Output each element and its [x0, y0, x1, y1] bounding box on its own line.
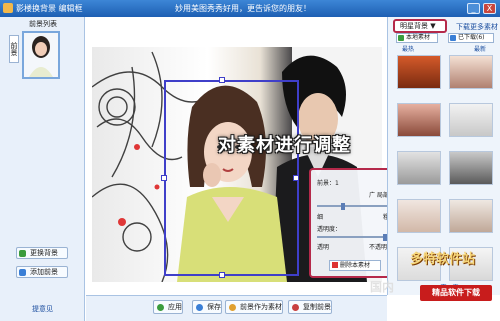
material-thumb[interactable] — [449, 103, 493, 137]
resize-handle-top[interactable] — [219, 77, 225, 83]
foreground-thumbnail-image — [24, 33, 58, 77]
material-thumb[interactable] — [397, 55, 441, 89]
delete-material-button[interactable]: 删除本素材 — [329, 260, 381, 271]
foreground-thumbnail[interactable] — [22, 31, 60, 79]
material-thumb[interactable] — [449, 199, 493, 233]
downloaded-button[interactable]: 已下载(6) — [448, 33, 494, 43]
add-foreground-button[interactable]: 添加前景 — [16, 266, 68, 278]
opaque-label: 不透明 — [369, 244, 388, 251]
opacity-label: 透明度： — [317, 226, 342, 233]
material-thumb[interactable] — [449, 55, 493, 89]
foreground-list-title: 前景列表 — [29, 20, 57, 28]
tab-hottest[interactable]: 最热 — [402, 44, 414, 53]
site-brand-bar: 精品软件下载 — [420, 285, 492, 301]
save-label: 保存 — [207, 303, 221, 311]
title-bar: 影楼换背景 编辑框 妙用美图秀秀好用，更告诉您的朋友！ _ X — [0, 0, 500, 17]
foreground-as-material-button[interactable]: 前景作为素材 — [225, 300, 283, 314]
bottom-toolbar: 应用 保存 前景作为素材 复制前景 — [86, 295, 387, 321]
check-icon — [157, 304, 164, 311]
size-slider-knob[interactable] — [341, 203, 345, 210]
foreground-as-material-label: 前景作为素材 — [240, 303, 282, 311]
copy-icon — [292, 304, 299, 311]
resize-handle-left[interactable] — [161, 175, 167, 181]
resize-handle-right[interactable] — [293, 175, 299, 181]
add-foreground-icon — [19, 269, 26, 276]
material-thumb[interactable] — [397, 103, 441, 137]
star-icon — [229, 304, 236, 311]
change-background-label: 更换背景 — [30, 249, 58, 257]
copy-foreground-button[interactable]: 复制前景 — [288, 300, 332, 314]
copy-foreground-label: 复制前景 — [303, 303, 331, 311]
resize-handle-bottom[interactable] — [219, 272, 225, 278]
download-more-link[interactable]: 下载更多素材 — [456, 22, 498, 32]
delete-material-label: 删除本素材 — [340, 262, 371, 269]
close-button[interactable]: X — [483, 3, 496, 14]
material-thumb[interactable] — [397, 151, 441, 185]
app-icon — [3, 3, 13, 13]
site-brand: 多特软件站 — [410, 252, 476, 267]
app-title: 影楼换背景 编辑框 — [16, 4, 83, 13]
tab-newest[interactable]: 最新 — [474, 44, 486, 53]
category-dropdown[interactable]: 明星背景 ▼ — [393, 19, 447, 33]
folder-icon — [398, 35, 404, 41]
watermark-text: 国内 — [370, 280, 395, 294]
download-icon — [450, 35, 456, 41]
thin-label: 细 — [317, 214, 324, 221]
annotation-caption: 对素材进行调整 — [218, 135, 351, 156]
apply-label: 应用 — [168, 303, 182, 311]
minimize-button[interactable]: _ — [467, 3, 480, 14]
size-slider[interactable] — [317, 205, 397, 207]
local-material-label: 本地素材 — [406, 34, 431, 41]
save-icon — [196, 304, 203, 311]
change-background-icon — [19, 250, 26, 257]
foreground-index-label: 前景：1 — [317, 180, 339, 187]
change-background-button[interactable]: 更换背景 — [16, 247, 68, 259]
foreground-tab[interactable]: 前景 — [9, 35, 19, 63]
downloaded-label: 已下载(6) — [458, 34, 485, 41]
title-slogan: 妙用美图秀秀好用，更告诉您的朋友！ — [175, 4, 311, 13]
material-thumb[interactable] — [397, 199, 441, 233]
save-button[interactable]: 保存 — [192, 300, 222, 314]
material-thumb[interactable] — [449, 151, 493, 185]
partial-checkbox-label[interactable]: 广 局部 — [369, 190, 389, 199]
add-foreground-label: 添加前景 — [30, 268, 58, 276]
transparent-label: 透明 — [317, 244, 330, 251]
selection-frame[interactable] — [164, 80, 299, 276]
foreground-list-panel: 前景列表 前景 更换背景 添加前景 提意见 — [0, 17, 85, 321]
feedback-link[interactable]: 提意见 — [32, 304, 53, 314]
delete-icon — [332, 262, 338, 268]
local-material-button[interactable]: 本地素材 — [396, 33, 438, 43]
apply-button[interactable]: 应用 — [153, 300, 183, 314]
